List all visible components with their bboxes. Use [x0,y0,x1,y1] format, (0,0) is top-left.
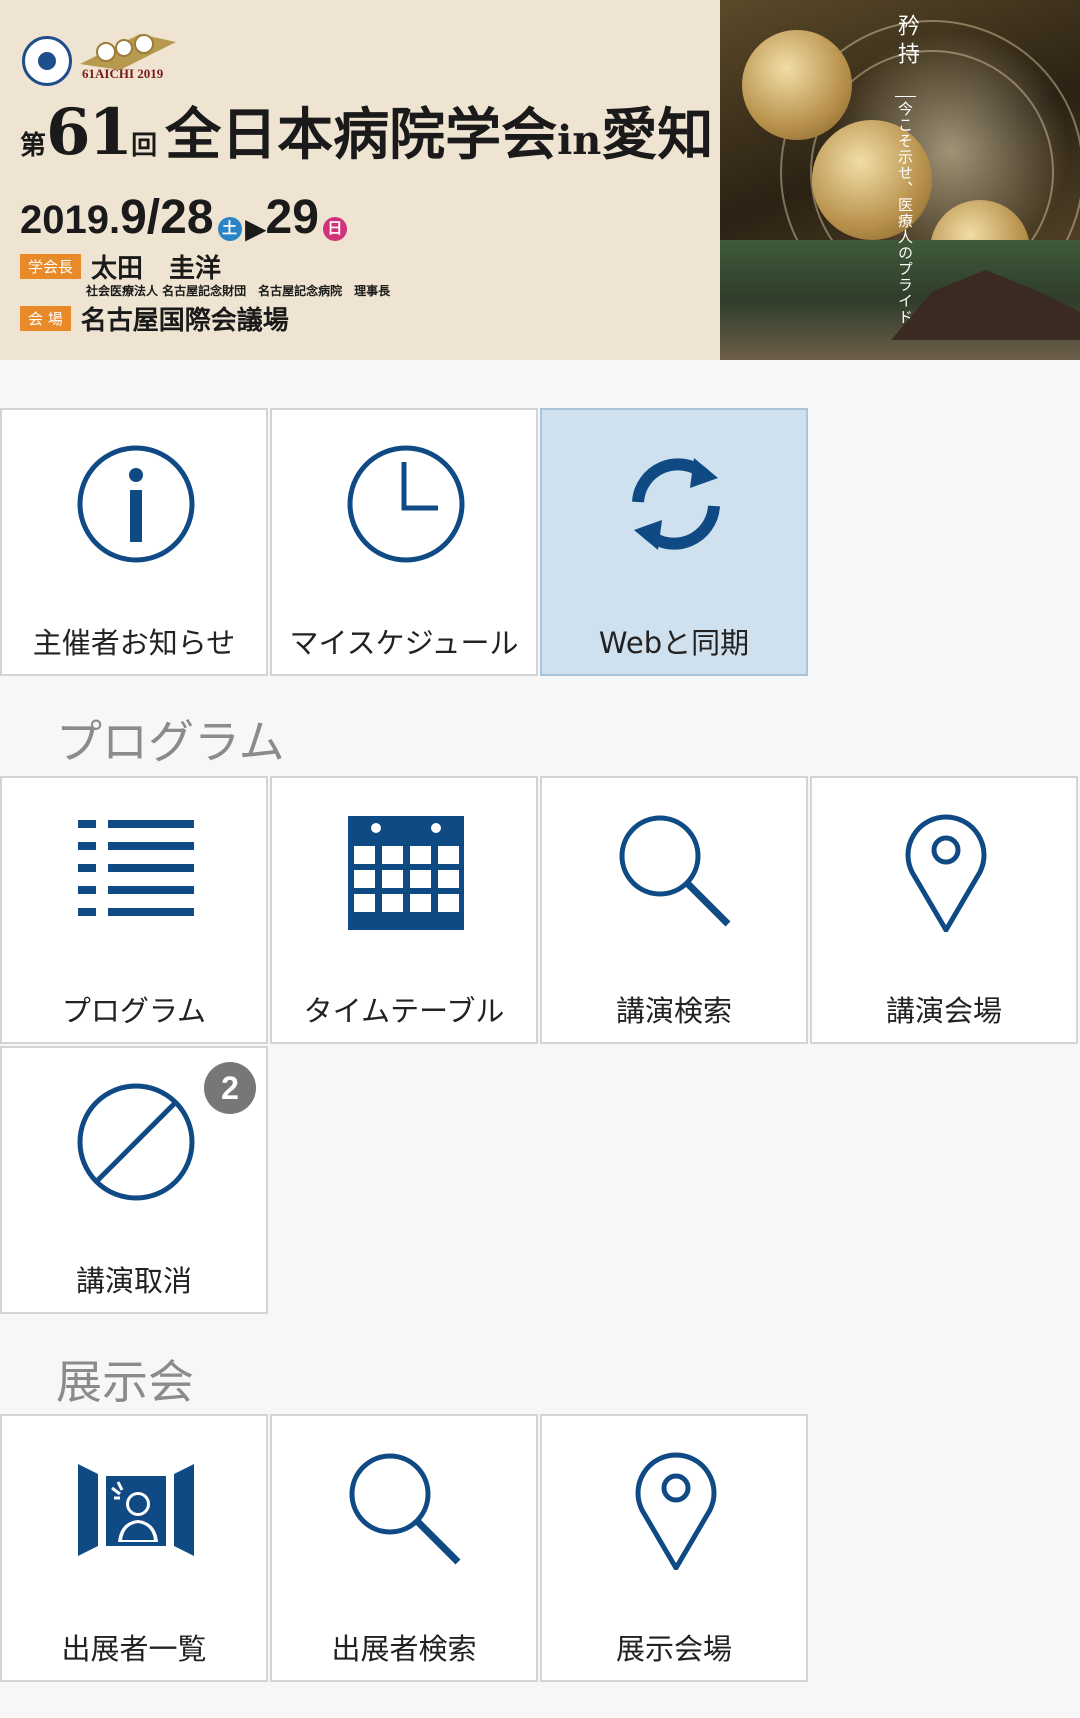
tile-exhibition-hall[interactable]: 展示会場 [540,1414,808,1682]
map-pin-icon [635,1452,717,1570]
tile-label: 講演会場 [885,994,1002,1028]
tile-label: Webと同期 [598,626,750,660]
venue-name: 名古屋国際会議場 [80,306,289,336]
sync-icon [632,458,720,550]
conference-title: 第61回 全日本病院学会in愛知 [20,95,714,170]
search-icon [349,1453,461,1565]
tile-label: 講演検索 [615,994,732,1028]
clock-icon [347,445,465,563]
cancellation-count-badge: 2 [204,1062,256,1114]
venue-row: 会 場名古屋国際会議場 [20,300,289,337]
tile-timetable[interactable]: タイムテーブル [270,776,538,1044]
president-row: 学会長 太田 圭洋 [20,248,221,285]
banner-text-area: 61AICHI 2019 第61回 全日本病院学会in愛知 2019.9/28 土 ▶… [0,0,720,360]
tile-exhibitor-list[interactable]: 出展者一覧 [0,1414,268,1682]
tile-label: 出展者検索 [331,1632,477,1666]
tile-label: 主催者お知らせ [32,626,236,660]
crest-emblem [742,30,852,140]
tile-label: 展示会場 [615,1632,732,1666]
exhibitor-icon [78,1464,194,1556]
title-number: 61 [46,95,133,170]
info-icon [77,445,195,563]
title-main: 全日本病院学会 [165,102,558,168]
search-icon [619,815,731,927]
conference-banner: 61AICHI 2019 第61回 全日本病院学会in愛知 2019.9/28 土 ▶… [0,0,1080,360]
saturday-badge: 土 [217,216,242,241]
section-title-program: プログラム [56,715,285,769]
title-place: 愛知 [601,102,714,168]
association-logo [22,36,72,86]
arrow-right-icon: ▶ [245,213,266,244]
president-tag: 学会長 [20,254,82,279]
president-affiliation: 社会医療法人 名古屋記念財団 名古屋記念病院 理事長 [86,284,391,298]
calendar-icon [348,816,464,930]
conference-dates: 2019.9/28 土 ▶29 日 [20,190,351,245]
slogan-subtitle: 今こそ示せ、医療人のプライド [895,96,916,325]
tile-label: マイスケジュール [289,626,519,660]
tile-label: プログラム [61,994,207,1028]
section-title-exhibition: 展示会 [56,1355,194,1409]
list-icon [78,820,194,916]
tile-label: 出展者一覧 [61,1632,207,1666]
sunday-badge: 日 [322,216,347,241]
president-name: 太田 圭洋 [91,254,222,284]
tile-organizer-news[interactable]: 主催者お知らせ [0,408,268,676]
tile-lecture-venue[interactable]: 講演会場 [810,776,1078,1044]
tile-my-schedule[interactable]: マイスケジュール [270,408,538,676]
cancel-icon [77,1083,195,1201]
logo-caption: 61AICHI 2019 [82,66,164,81]
venue-tag: 会 場 [20,306,71,331]
tile-label: タイムテーブル [303,994,505,1028]
tile-label: 講演取消 [75,1264,192,1298]
slogan: 矜持 [894,14,919,70]
tile-lecture-cancellation[interactable]: 2 講演取消 [0,1046,268,1314]
tile-web-sync[interactable]: Webと同期 [540,408,808,676]
tile-exhibitor-search[interactable]: 出展者検索 [270,1414,538,1682]
tile-lecture-search[interactable]: 講演検索 [540,776,808,1044]
tile-program[interactable]: プログラム [0,776,268,1044]
map-pin-icon [905,814,987,932]
